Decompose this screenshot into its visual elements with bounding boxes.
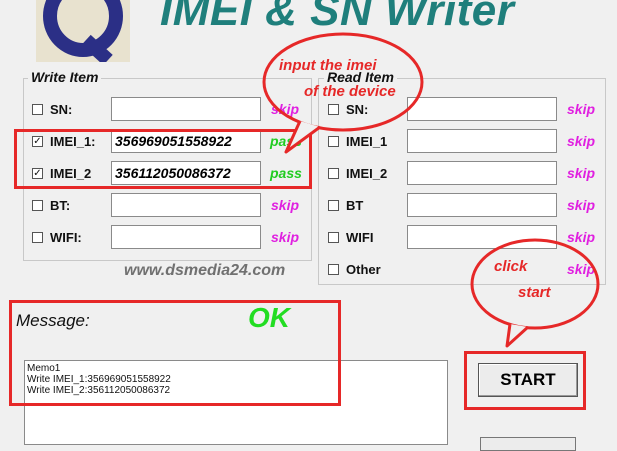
click-bubble-line2: start (518, 284, 551, 301)
click-bubble-line1: click (494, 258, 528, 275)
input-bubble-line1: input the imei (279, 57, 377, 74)
input-bubble-line2: of the device (304, 83, 396, 100)
